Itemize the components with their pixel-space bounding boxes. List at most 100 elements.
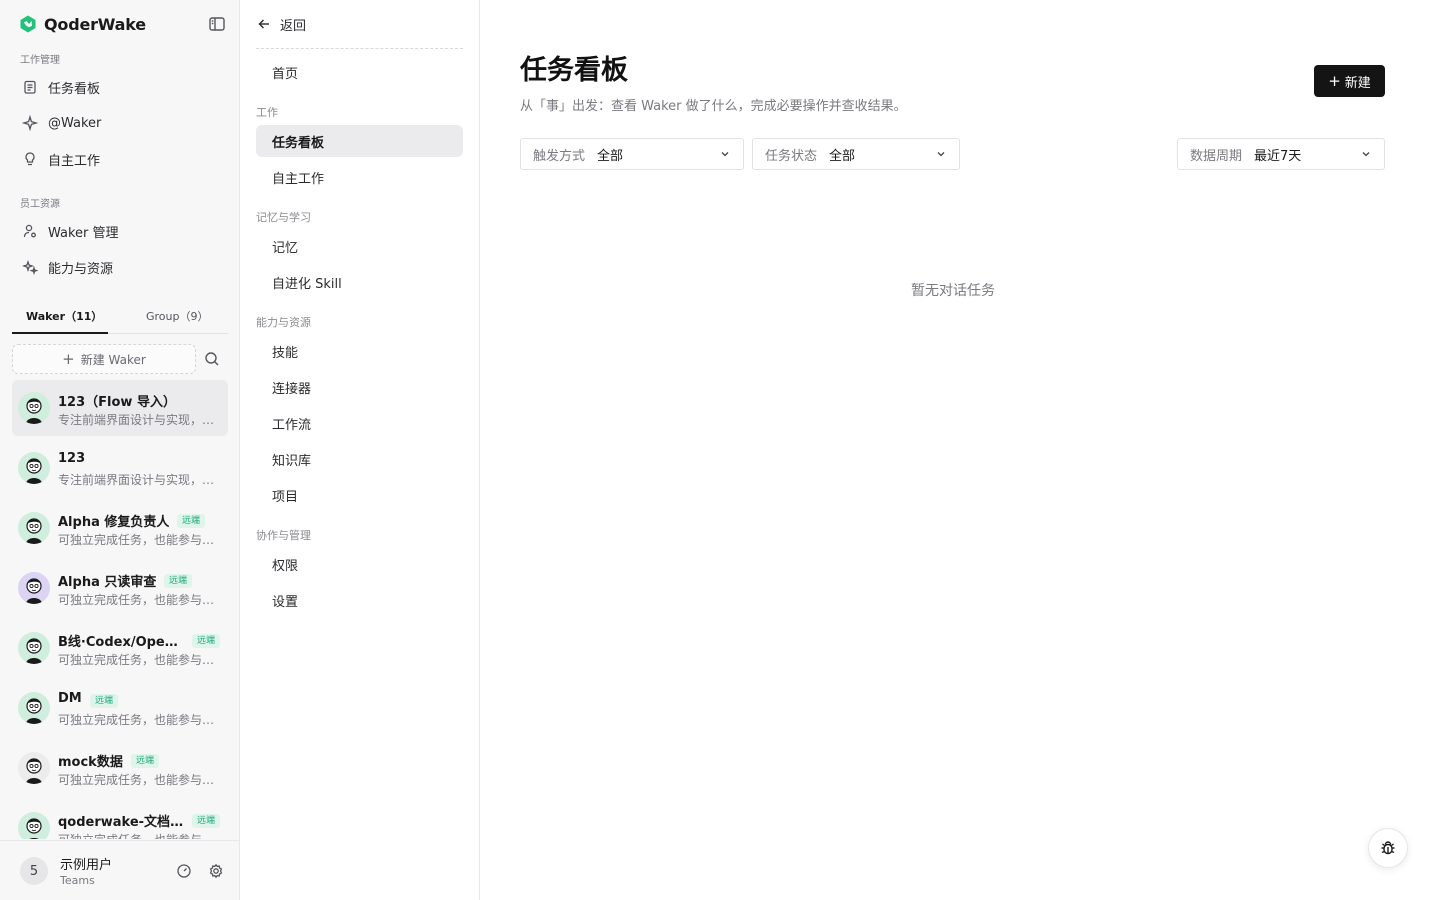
new-waker-button[interactable]: + 新建 Waker xyxy=(12,344,196,374)
sidebar-item-waker[interactable]: @Waker xyxy=(12,107,228,139)
sidebar-toggle-icon[interactable] xyxy=(208,15,226,33)
new-task-label: 新建 xyxy=(1344,75,1371,91)
new-task-button[interactable]: + 新建 xyxy=(1314,65,1385,97)
filter-data-period[interactable]: 数据周期 最近7天 xyxy=(1177,138,1385,170)
section-label-work-mgmt: 工作管理 xyxy=(20,55,60,66)
subnav-item-skill-evolve[interactable]: 自进化 Skill xyxy=(256,266,463,298)
avatar xyxy=(18,392,50,424)
remote-badge: 远端 xyxy=(90,694,119,708)
waker-name: qoderwake-文档撰写助手 xyxy=(58,815,184,830)
waker-name: Alpha 修复负责人 xyxy=(58,515,170,530)
sidebar-item-capabilities[interactable]: 能力与资源 xyxy=(12,251,228,283)
chevron-down-icon xyxy=(721,152,729,157)
waker-list-item[interactable]: mock数据远端可独立完成任务，也能参与团队协作 xyxy=(12,740,228,796)
subnav-item-skills[interactable]: 技能 xyxy=(256,335,463,367)
waker-description: 专注前端界面设计与实现，擅长将设计稿转化为代码 xyxy=(58,473,222,487)
subnav-item-projects[interactable]: 项目 xyxy=(256,479,463,511)
tab-waker[interactable]: Waker（11） xyxy=(26,308,102,324)
clipboard-icon xyxy=(24,80,36,94)
divider xyxy=(256,48,463,49)
waker-list-item[interactable]: Alpha 只读审查远端可独立完成任务，也能参与团队协作 xyxy=(12,560,228,616)
search-icon[interactable] xyxy=(203,350,221,368)
avatar xyxy=(18,752,50,784)
waker-name: DM xyxy=(58,691,82,706)
waker-description: 可独立完成任务，也能参与团队协作 xyxy=(58,713,222,727)
remote-badge: 远端 xyxy=(192,634,221,648)
subnav-group-label: 协作与管理 xyxy=(256,529,311,542)
waker-name: 123（Flow 导入） xyxy=(58,395,176,410)
back-button[interactable]: 返回 xyxy=(256,12,306,36)
empty-state-text: 暂无对话任务 xyxy=(911,283,995,299)
subnav-item-workflows[interactable]: 工作流 xyxy=(256,407,463,439)
filter-value: 全部 xyxy=(597,148,624,164)
waker-list-item[interactable]: B线·Codex/OpenAI 执行远端可独立完成任务，也能参与团队协作 xyxy=(12,620,228,676)
remote-badge: 远端 xyxy=(177,514,206,528)
qoderwake-logo-icon xyxy=(20,15,36,33)
waker-description: 可独立完成任务，也能参与团队协作 xyxy=(58,593,222,607)
filter-value: 最近7天 xyxy=(1254,148,1302,164)
sidebar-item-label: 能力与资源 xyxy=(48,261,114,277)
tab-underline xyxy=(12,332,108,334)
sidebar-item-autonomous[interactable]: 自主工作 xyxy=(12,143,228,175)
user-name: 示例用户 xyxy=(60,858,113,873)
user-gear-icon xyxy=(23,224,36,238)
bug-icon xyxy=(1381,841,1395,855)
user-plan: Teams xyxy=(60,874,95,887)
plus-icon: + xyxy=(62,349,75,368)
brand[interactable]: QoderWake xyxy=(18,13,146,35)
subnav-group-label: 工作 xyxy=(256,106,278,119)
filter-trigger-type[interactable]: 触发方式 全部 xyxy=(520,138,744,170)
waker-description: 可独立完成任务，也能参与团队协作 xyxy=(58,773,222,787)
sidebar-item-task-board[interactable]: 任务看板 xyxy=(12,71,228,103)
gear-icon[interactable] xyxy=(208,863,224,879)
waker-list-item[interactable]: DM 远端可独立完成任务，也能参与团队协作 xyxy=(12,680,228,736)
subnav-item-autonomous[interactable]: 自主工作 xyxy=(256,161,463,193)
waker-description: 可独立完成任务，也能参与团队协作 xyxy=(58,831,222,839)
brand-name: QoderWake xyxy=(44,14,146,34)
new-waker-label: 新建 Waker xyxy=(80,352,146,367)
subnav-item-settings[interactable]: 设置 xyxy=(256,584,463,616)
sidebar-item-waker-mgmt[interactable]: Waker 管理 xyxy=(12,215,228,247)
waker-list-item[interactable]: 123（Flow 导入） 专注前端界面设计与实现，擅长将设计稿转化为代码 xyxy=(12,380,228,436)
user-avatar[interactable]: 5 xyxy=(20,857,48,885)
arrow-left-icon xyxy=(258,19,269,29)
waker-list-item[interactable]: qoderwake-文档撰写助手远端可独立完成任务，也能参与团队协作 xyxy=(12,800,228,839)
subnav-item-knowledge[interactable]: 知识库 xyxy=(256,443,463,475)
section-label-staff: 员工资源 xyxy=(20,199,60,210)
page-subtitle: 从「事」出发：查看 Waker 做了什么，完成必要操作并查收结果。 xyxy=(520,99,907,114)
subnav-item-home[interactable]: 首页 xyxy=(256,56,463,88)
waker-name: mock数据 xyxy=(58,755,123,770)
sidebar-item-label: @Waker xyxy=(48,115,102,131)
waker-description: 专注前端界面设计与实现，擅长将设计稿转化为代码 xyxy=(58,413,222,427)
filter-task-status[interactable]: 任务状态 全部 xyxy=(752,138,960,170)
debug-button[interactable] xyxy=(1368,828,1408,868)
lightbulb-icon xyxy=(25,152,35,166)
back-label: 返回 xyxy=(280,18,307,34)
waker-list-item[interactable]: 123 专注前端界面设计与实现，擅长将设计稿转化为代码 xyxy=(12,440,228,496)
user-bar: 5 示例用户 Teams xyxy=(0,840,239,900)
magic-icon xyxy=(22,259,38,275)
remote-badge: 远端 xyxy=(164,574,193,588)
subnav-item-memory[interactable]: 记忆 xyxy=(256,230,463,262)
tab-group[interactable]: Group（9） xyxy=(146,308,209,324)
subnav-item-task-board[interactable]: 任务看板 xyxy=(256,125,463,157)
filter-label: 触发方式 xyxy=(533,148,586,164)
sidebar-item-label: 任务看板 xyxy=(48,81,101,97)
waker-list-item[interactable]: Alpha 修复负责人远端可独立完成任务，也能参与团队协作 xyxy=(12,500,228,556)
avatar xyxy=(18,452,50,484)
subnav-item-permissions[interactable]: 权限 xyxy=(256,548,463,580)
subnav-item-connectors[interactable]: 连接器 xyxy=(256,371,463,403)
avatar xyxy=(18,632,50,664)
waker-group-tabs: Waker（11） Group（9） xyxy=(12,302,228,334)
waker-list: 123（Flow 导入） 专注前端界面设计与实现，擅长将设计稿转化为代码 123 专注… xyxy=(12,380,228,839)
chevron-down-icon xyxy=(1362,152,1370,157)
remote-badge: 远端 xyxy=(192,814,221,828)
filter-label: 数据周期 xyxy=(1190,148,1243,164)
filter-value: 全部 xyxy=(829,148,856,164)
gauge-icon[interactable] xyxy=(176,863,192,879)
sidebar-item-label: 自主工作 xyxy=(48,153,101,169)
avatar xyxy=(18,572,50,604)
subnav-group-label: 能力与资源 xyxy=(256,316,311,329)
avatar xyxy=(18,512,50,544)
secondary-nav: 返回 首页 工作 任务看板 自主工作 记忆与学习 记忆 自进化 Skill 能力… xyxy=(240,0,480,900)
